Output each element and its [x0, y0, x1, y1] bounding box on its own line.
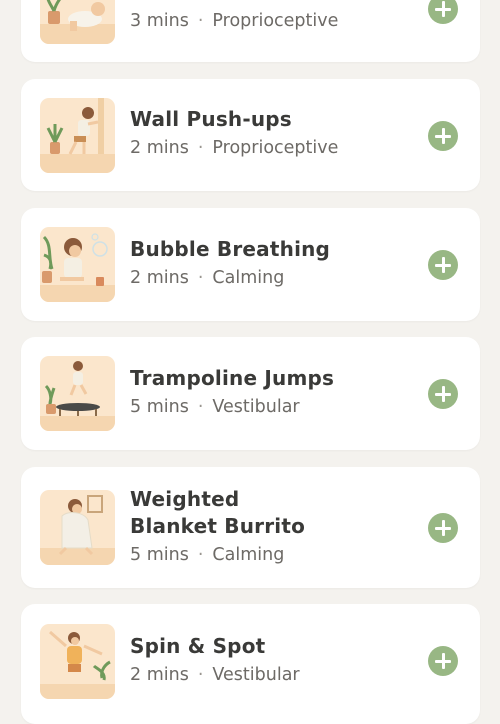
- activity-meta: 5 mins · Vestibular: [130, 397, 300, 417]
- bubble-breathing-illustration: [40, 227, 115, 302]
- activity-meta: 2 mins · Calming: [130, 268, 285, 288]
- crawling-child-illustration: [40, 0, 115, 44]
- activity-title: Trampoline Jumps: [130, 366, 335, 390]
- activity-title: Wall Push-ups: [130, 107, 292, 131]
- activity-card[interactable]: Weighted Blanket Burrito 5 mins · Calming: [21, 467, 480, 588]
- activity-list: 3 mins · Proprioceptive Wall Push-ups 2 mi…: [0, 0, 500, 724]
- activity-meta: 2 mins · Vestibular: [130, 665, 300, 685]
- add-activity-button[interactable]: [428, 250, 458, 280]
- trampoline-illustration: [40, 356, 115, 431]
- wall-pushup-illustration: [40, 98, 115, 173]
- add-activity-button[interactable]: [428, 379, 458, 409]
- activity-meta: 3 mins · Proprioceptive: [130, 11, 339, 31]
- activity-title: Spin & Spot: [130, 634, 266, 658]
- add-activity-button[interactable]: [428, 513, 458, 543]
- activity-meta: 5 mins · Calming: [130, 545, 285, 565]
- add-activity-button[interactable]: [428, 0, 458, 24]
- activity-title: Bubble Breathing: [130, 237, 331, 261]
- activity-card[interactable]: Bubble Breathing 2 mins · Calming: [21, 208, 480, 321]
- add-activity-button[interactable]: [428, 121, 458, 151]
- activity-meta: 2 mins · Proprioceptive: [130, 138, 339, 158]
- activity-card[interactable]: Wall Push-ups 2 mins · Proprioceptive: [21, 79, 480, 191]
- activity-title: Weighted Blanket Burrito: [130, 487, 306, 538]
- activity-card[interactable]: 3 mins · Proprioceptive: [21, 0, 480, 62]
- add-activity-button[interactable]: [428, 646, 458, 676]
- blanket-burrito-illustration: [40, 490, 115, 565]
- spinning-child-illustration: [40, 624, 115, 699]
- activity-card[interactable]: Trampoline Jumps 5 mins · Vestibular: [21, 337, 480, 450]
- activity-card[interactable]: Spin & Spot 2 mins · Vestibular: [21, 604, 480, 724]
